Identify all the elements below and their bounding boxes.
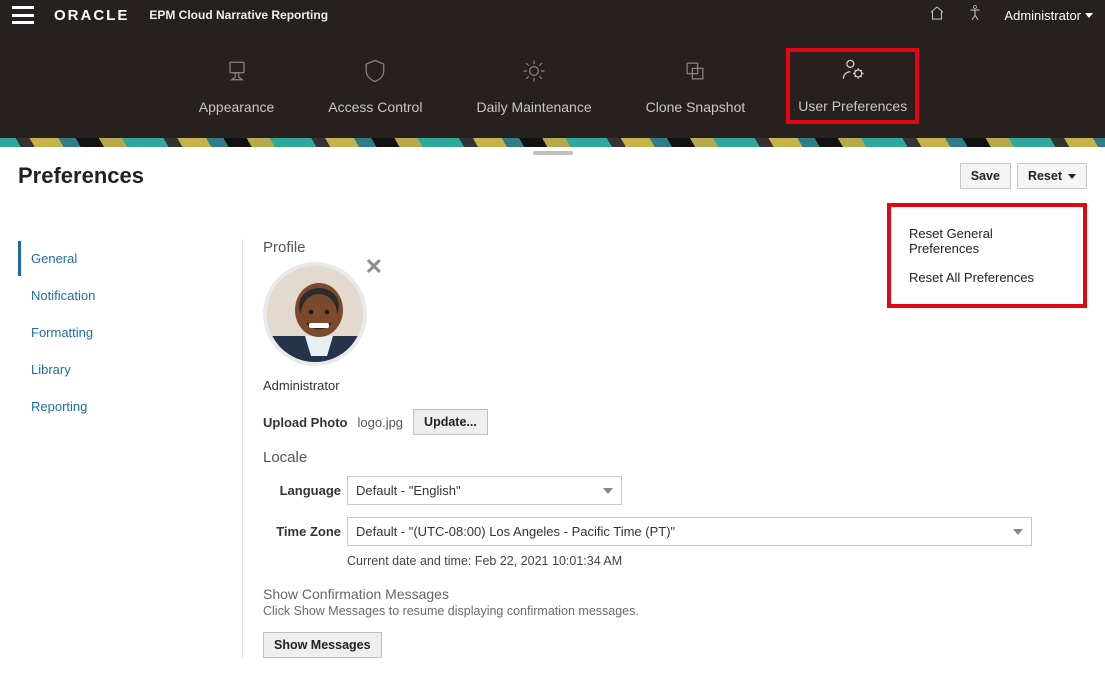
sidebar-item-notification[interactable]: Notification [18,278,242,313]
timezone-label: Time Zone [263,524,341,539]
page-title: Preferences [18,163,144,189]
sidebar-item-library[interactable]: Library [18,352,242,387]
current-datetime: Current date and time: Feb 22, 2021 10:0… [347,554,1087,568]
reset-all-option[interactable]: Reset All Preferences [909,263,1065,292]
nav-clone-snapshot[interactable]: Clone Snapshot [633,48,759,124]
language-select[interactable]: Default - "English" [347,476,622,505]
nav-appearance[interactable]: Appearance [186,48,288,124]
show-messages-button[interactable]: Show Messages [263,632,382,658]
upload-photo-label: Upload Photo [263,415,348,430]
tools-nav: Appearance Access Control Daily Maintena… [0,30,1105,138]
profile-username: Administrator [263,378,1087,393]
save-button[interactable]: Save [960,163,1011,189]
reset-general-option[interactable]: Reset General Preferences [909,219,1065,263]
user-menu-label: Administrator [1004,8,1081,23]
update-photo-button[interactable]: Update... [413,409,488,435]
home-icon[interactable] [928,4,946,27]
sidebar-item-reporting[interactable]: Reporting [18,389,242,424]
reset-button[interactable]: Reset [1017,163,1087,189]
shield-icon [361,57,389,85]
upload-filename: logo.jpg [358,415,404,430]
reset-dropdown: Reset General Preferences Reset All Pref… [887,203,1087,308]
user-menu[interactable]: Administrator [1004,8,1093,23]
timezone-select[interactable]: Default - "(UTC-08:00) Los Angeles - Pac… [347,517,1032,546]
hamburger-menu-icon[interactable] [12,6,34,24]
clone-icon [681,57,709,85]
accessibility-icon[interactable] [966,4,984,27]
caret-down-icon [1068,174,1076,179]
nav-daily-maintenance[interactable]: Daily Maintenance [463,48,604,124]
sidebar-item-general[interactable]: General [18,241,242,276]
decorative-band [0,138,1105,147]
locale-heading: Locale [263,449,1087,466]
brand-logo: ORACLE [54,7,129,24]
nav-user-preferences[interactable]: User Preferences [786,48,919,124]
sidebar-item-formatting[interactable]: Formatting [18,315,242,350]
nav-access-control[interactable]: Access Control [315,48,435,124]
user-gear-icon [839,56,867,84]
product-title: EPM Cloud Narrative Reporting [149,8,328,22]
preferences-sidebar: General Notification Formatting Library … [18,239,243,658]
caret-down-icon [1085,13,1093,18]
chevron-down-icon [603,488,613,494]
appearance-icon [223,57,251,85]
gear-icon [520,57,548,85]
confirm-subtext: Click Show Messages to resume displaying… [263,604,1087,618]
avatar [263,262,367,366]
global-header: ORACLE EPM Cloud Narrative Reporting Adm… [0,0,1105,30]
language-label: Language [263,483,341,498]
chevron-down-icon [1013,529,1023,535]
confirm-heading: Show Confirmation Messages [263,586,1087,602]
remove-photo-icon[interactable]: ✕ [365,254,383,280]
